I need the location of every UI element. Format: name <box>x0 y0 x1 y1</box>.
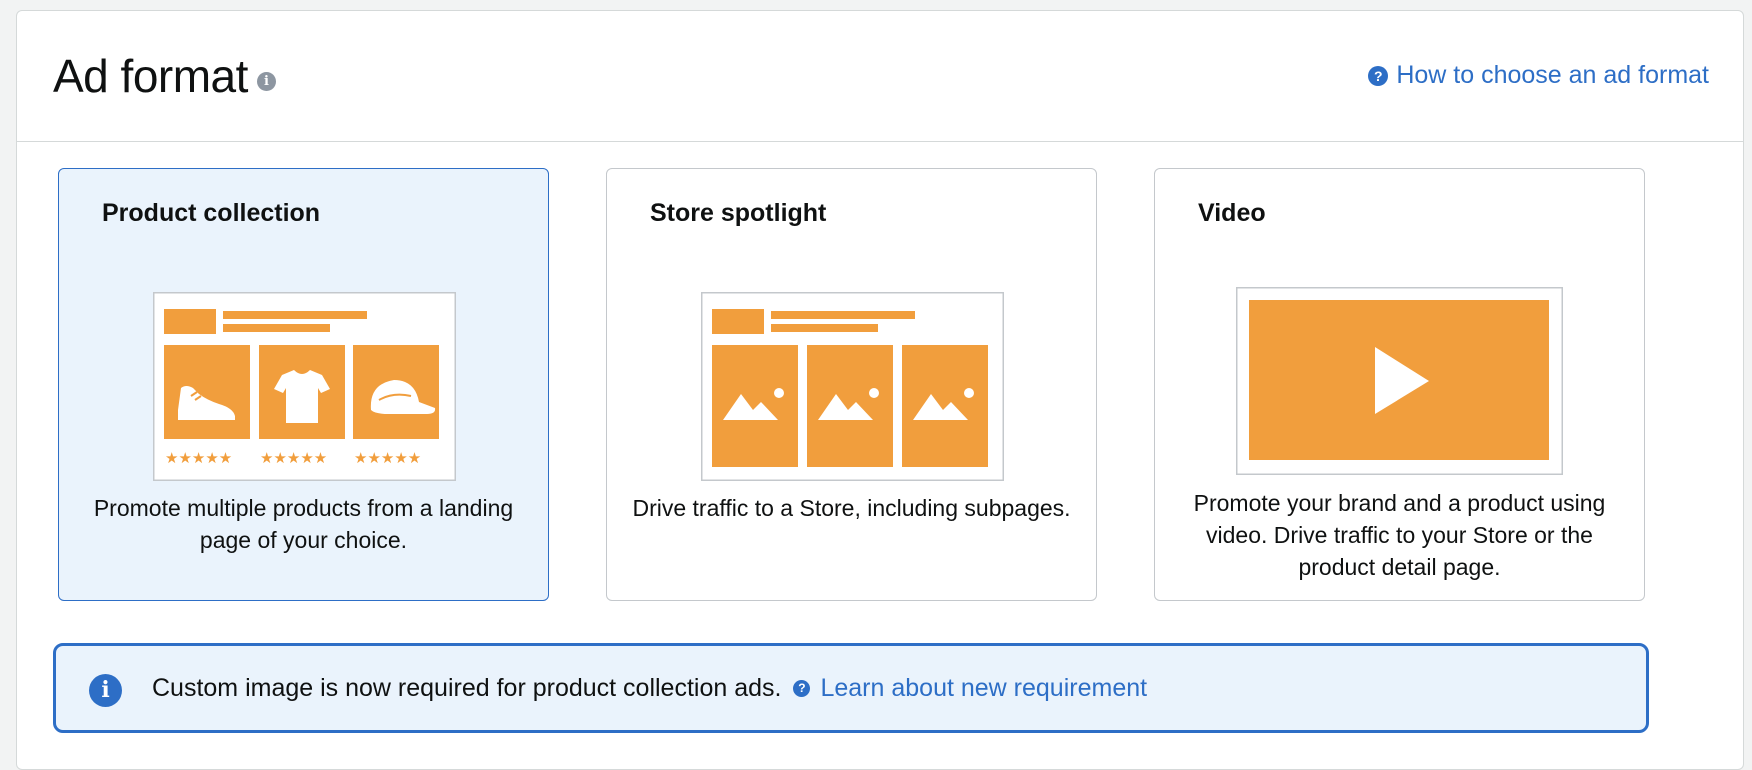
notice-text: Custom image is now required for product… <box>152 674 782 702</box>
card-store-spotlight[interactable]: Store spotlight Drive traffic to a Store… <box>606 168 1097 601</box>
title-wrap: Ad format i <box>53 49 276 103</box>
card-video[interactable]: Video Promote your brand and a product u… <box>1154 168 1645 601</box>
notice-message: Custom image is now required for product… <box>152 674 1147 703</box>
video-illustration <box>1236 287 1563 475</box>
info-notice: i Custom image is now required for produ… <box>53 643 1649 733</box>
info-icon[interactable]: i <box>256 71 276 91</box>
card-description: Promote your brand and a product using v… <box>1193 490 1606 580</box>
card-description: Promote multiple products from a landing… <box>93 495 514 553</box>
learn-requirement-link-text: Learn about new requirement <box>820 674 1148 702</box>
panel-header: Ad format i ? How to choose an ad format <box>17 11 1743 142</box>
how-to-choose-link[interactable]: ? How to choose an ad format <box>1368 61 1709 90</box>
question-circle-icon: ? <box>1368 65 1389 86</box>
page-title: Ad format <box>53 50 248 102</box>
store-spotlight-illustration <box>701 292 1004 481</box>
info-circle-icon: i <box>89 674 122 707</box>
learn-requirement-link[interactable]: ? Learn about new requirement <box>793 674 1147 703</box>
card-product-collection[interactable]: Product collection ★★★★★ ★★★★★ ★★★★★ Pro… <box>58 168 549 601</box>
how-to-choose-link-text: How to choose an ad format <box>1396 61 1709 89</box>
card-description: Drive traffic to a Store, including subp… <box>632 495 1071 521</box>
card-title: Product collection <box>102 199 321 227</box>
card-title: Video <box>1198 199 1266 227</box>
card-title: Store spotlight <box>650 199 827 227</box>
svg-text:★★★★★: ★★★★★ <box>260 449 327 467</box>
svg-text:★★★★★: ★★★★★ <box>165 449 232 467</box>
question-circle-icon: ? <box>793 680 811 697</box>
svg-text:★★★★★: ★★★★★ <box>354 449 421 467</box>
product-collection-illustration: ★★★★★ ★★★★★ ★★★★★ <box>153 292 456 481</box>
